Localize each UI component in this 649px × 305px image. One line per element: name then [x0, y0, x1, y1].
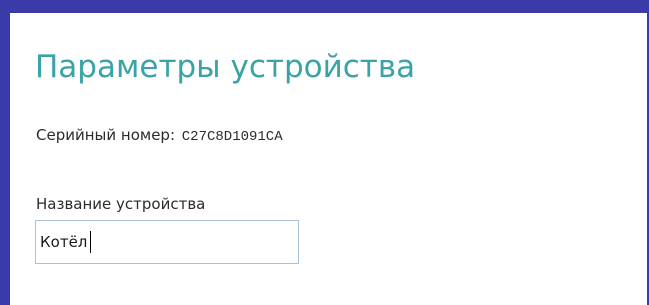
window-frame-top [0, 0, 649, 13]
page-title: Параметры устройства [35, 49, 416, 85]
device-name-input-value: Котёл [40, 233, 88, 251]
text-caret [90, 231, 92, 253]
device-name-input[interactable]: Котёл [35, 220, 299, 264]
device-name-label: Название устройства [36, 195, 206, 213]
serial-number-label: Серийный номер: [36, 126, 175, 144]
window-frame-left [0, 0, 10, 305]
serial-number-value: C27C8D1091CA [181, 129, 283, 145]
serial-number-row: Серийный номер: C27C8D1091CA [36, 125, 283, 147]
